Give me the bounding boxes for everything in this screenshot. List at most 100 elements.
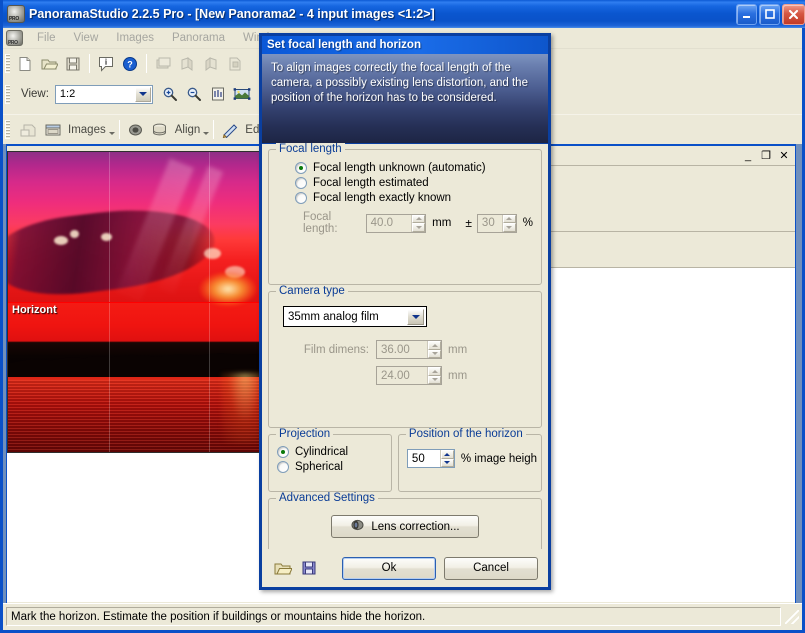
radio-button-icon[interactable] bbox=[277, 461, 289, 473]
full-view-icon[interactable] bbox=[230, 83, 254, 106]
film-dimension-label: Film dimens: bbox=[303, 343, 369, 356]
focal-length-dialog: Set focal length and horizon To align im… bbox=[259, 33, 551, 590]
menu-item-file[interactable]: File bbox=[28, 30, 65, 46]
zoom-out-icon[interactable] bbox=[182, 83, 206, 106]
dialog-banner-text: To align images correctly the focal leng… bbox=[271, 62, 528, 104]
status-bar: Mark the horizon. Estimate the position … bbox=[3, 603, 802, 630]
printer-icon[interactable] bbox=[17, 118, 41, 141]
camera-type-select[interactable]: 35mm analog film bbox=[283, 306, 427, 327]
window-controls bbox=[736, 3, 805, 25]
stepper-down-icon[interactable] bbox=[428, 349, 441, 358]
images-icon[interactable] bbox=[41, 118, 65, 141]
flip-icon[interactable] bbox=[223, 52, 247, 75]
stepper-down-icon[interactable] bbox=[412, 223, 426, 232]
radio-label: Cylindrical bbox=[295, 446, 349, 458]
mdi-document-icon[interactable] bbox=[6, 30, 23, 46]
close-button[interactable] bbox=[782, 3, 805, 25]
fit-window-icon[interactable] bbox=[206, 83, 230, 106]
new-document-icon[interactable] bbox=[13, 52, 37, 75]
child-restore-button[interactable]: ❐ bbox=[758, 148, 774, 163]
load-settings-button[interactable] bbox=[272, 558, 294, 578]
save-settings-button[interactable] bbox=[298, 558, 320, 578]
rotate-right-icon[interactable] bbox=[199, 52, 223, 75]
import-images-icon[interactable] bbox=[151, 52, 175, 75]
toolbar-separator bbox=[146, 54, 147, 73]
app-icon bbox=[7, 5, 25, 23]
radio-label: Spherical bbox=[295, 461, 343, 473]
focal-length-unit: mm bbox=[432, 217, 452, 229]
dialog-body: Focal length Focal length unknown (autom… bbox=[262, 143, 548, 587]
edit-icon[interactable] bbox=[218, 118, 242, 141]
radio-cylindrical[interactable]: Cylindrical bbox=[277, 446, 385, 458]
cloud-puff bbox=[204, 248, 222, 259]
dialog-banner: To align images correctly the focal leng… bbox=[262, 54, 548, 144]
focal-length-input[interactable]: 40.0 bbox=[365, 213, 427, 233]
zoom-in-icon[interactable] bbox=[158, 83, 182, 106]
tolerance-stepper[interactable] bbox=[501, 214, 516, 232]
open-folder-icon[interactable] bbox=[37, 52, 61, 75]
radio-spherical[interactable]: Spherical bbox=[277, 461, 385, 473]
horizon-position-unit: % image heigh bbox=[460, 452, 537, 465]
radio-focal-unknown[interactable]: Focal length unknown (automatic) bbox=[295, 162, 533, 174]
radio-button-icon[interactable] bbox=[277, 446, 289, 458]
film-height-stepper[interactable] bbox=[427, 367, 441, 384]
ok-button[interactable]: Ok bbox=[342, 556, 436, 580]
stepper-up-icon[interactable] bbox=[428, 367, 441, 376]
radio-button-icon[interactable] bbox=[295, 162, 307, 174]
align-button-label[interactable]: Align bbox=[175, 124, 201, 136]
stepper-down-icon[interactable] bbox=[428, 375, 441, 384]
focal-length-value: 40.0 bbox=[370, 217, 394, 229]
toolbar-grip[interactable] bbox=[5, 84, 10, 104]
view-zoom-value: 1:2 bbox=[59, 88, 76, 100]
sun-reflection bbox=[220, 372, 261, 443]
advanced-settings-group: Advanced Settings Lens correction... bbox=[268, 492, 542, 554]
chevron-down-icon[interactable] bbox=[108, 131, 115, 135]
radio-button-icon[interactable] bbox=[295, 192, 307, 204]
lens-icon[interactable] bbox=[124, 118, 148, 141]
film-width-stepper[interactable] bbox=[427, 341, 441, 358]
menu-item-view[interactable]: View bbox=[65, 30, 108, 46]
focal-length-stepper[interactable] bbox=[411, 214, 426, 232]
lens-correction-button[interactable]: Lens correction... bbox=[331, 515, 479, 538]
stepper-up-icon[interactable] bbox=[502, 214, 516, 223]
horizon-position-input[interactable]: 50 bbox=[406, 449, 455, 468]
view-zoom-combo[interactable]: 1:2 bbox=[54, 84, 153, 104]
stepper-up-icon[interactable] bbox=[440, 450, 454, 459]
film-width-input[interactable]: 36.00 bbox=[376, 340, 442, 359]
sea-region bbox=[8, 302, 266, 452]
toolbar-grip[interactable] bbox=[5, 54, 10, 73]
chevron-down-icon[interactable] bbox=[203, 131, 210, 135]
edit-button-label[interactable]: Ed bbox=[245, 124, 259, 136]
film-width-value: 36.00 bbox=[381, 343, 410, 356]
tolerance-input[interactable]: 30 bbox=[476, 213, 517, 233]
cancel-button[interactable]: Cancel bbox=[444, 556, 538, 580]
radio-button-icon[interactable] bbox=[295, 177, 307, 189]
radio-focal-estimated[interactable]: Focal length estimated bbox=[295, 177, 533, 189]
stepper-up-icon[interactable] bbox=[428, 341, 441, 350]
menu-item-panorama[interactable]: Panorama bbox=[163, 30, 234, 46]
stepper-up-icon[interactable] bbox=[412, 214, 426, 223]
menu-item-images[interactable]: Images bbox=[107, 30, 163, 46]
stepper-down-icon[interactable] bbox=[440, 458, 454, 467]
save-icon[interactable] bbox=[61, 52, 85, 75]
horizon-legend: Position of the horizon bbox=[405, 428, 526, 440]
chevron-down-icon[interactable] bbox=[407, 309, 424, 325]
resize-grip[interactable] bbox=[785, 610, 799, 624]
camera-type-group: Camera type 35mm analog film Film dimens… bbox=[268, 285, 542, 428]
horizon-stepper[interactable] bbox=[439, 450, 454, 467]
images-button-label[interactable]: Images bbox=[68, 124, 106, 136]
stepper-down-icon[interactable] bbox=[502, 223, 516, 232]
help-icon[interactable]: ? bbox=[118, 52, 142, 75]
align-icon[interactable] bbox=[148, 118, 172, 141]
radio-focal-known[interactable]: Focal length exactly known bbox=[295, 192, 533, 204]
minimize-button[interactable] bbox=[736, 3, 757, 25]
child-minimize-button[interactable]: _ bbox=[740, 148, 756, 163]
chevron-down-icon[interactable] bbox=[134, 86, 151, 102]
panorama-preview[interactable]: Horizont bbox=[7, 151, 267, 453]
child-close-button[interactable]: ✕ bbox=[776, 148, 792, 163]
film-height-input[interactable]: 24.00 bbox=[376, 366, 442, 385]
info-icon[interactable]: i bbox=[94, 52, 118, 75]
toolbar-grip[interactable] bbox=[5, 120, 10, 139]
rotate-left-icon[interactable] bbox=[175, 52, 199, 75]
maximize-button[interactable] bbox=[759, 3, 780, 25]
